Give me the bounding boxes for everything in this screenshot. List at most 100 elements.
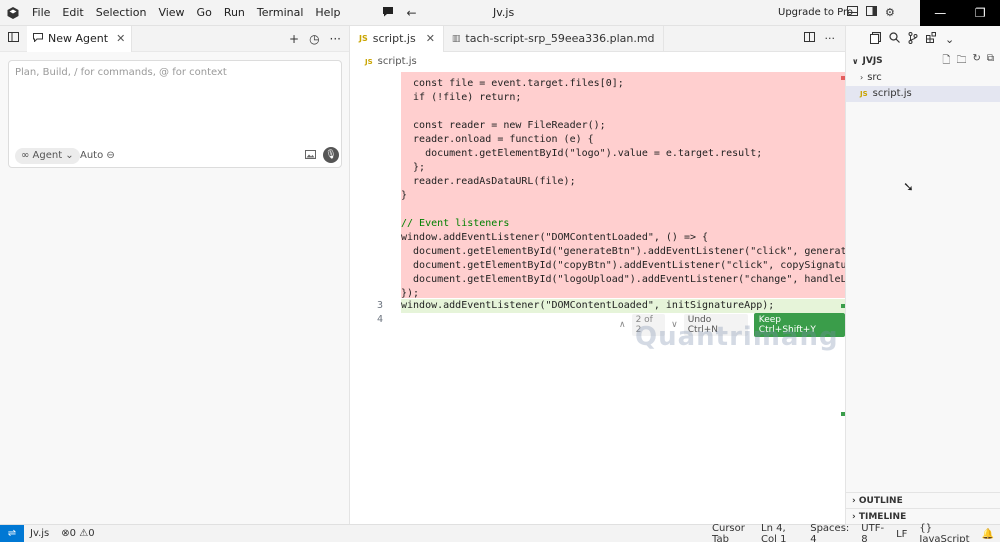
status-cursor-tab[interactable]: Cursor Tab [706,523,755,542]
braces-icon: {} [919,523,933,534]
code-line: } [401,190,408,201]
composer-placeholder: Plan, Build, / for commands, @ for conte… [15,67,227,78]
collapse-all-icon[interactable]: ⧉ [987,53,994,70]
more-options-icon[interactable]: ··· [330,32,341,46]
explorer-files-icon[interactable] [870,31,881,47]
auto-model-label: Auto [80,150,104,161]
new-folder-icon[interactable]: 🗀 [956,53,966,70]
source-control-icon[interactable] [908,31,918,47]
agent-tab-bar: New Agent ✕ + ◷ ··· [0,25,349,52]
tab-plan-md-label: tach-script-srp_59eea336.plan.md [465,32,655,45]
editor-tab-bar: JS script.js ✕ ▥ tach-script-srp_59eea33… [351,25,845,52]
warning-icon: ⚠ [79,528,89,539]
error-icon: ⊗ [61,528,70,539]
code-editor[interactable]: const file = event.target.files[0]; if (… [351,72,845,524]
javascript-file-icon: JS [359,34,368,43]
code-line: document.getElementById("copyBtn").addEv… [401,260,845,271]
remote-connection-icon[interactable]: ⇌ [0,524,24,542]
breadcrumb-file[interactable]: script.js [378,56,417,67]
status-file-name[interactable]: Jv.js [24,528,55,539]
timeline-label: TIMELINE [858,512,907,522]
toggle-panel-icon[interactable] [843,0,862,26]
refresh-icon[interactable]: ↻ [972,53,980,70]
menu-help[interactable]: Help [309,0,346,26]
tree-item-script-js[interactable]: JS script.js [846,86,1000,102]
line-number: 3 [376,300,383,311]
chevron-right-icon: › [852,496,856,506]
code-line: reader.readAsDataURL(file); [401,176,576,187]
code-line: const file = event.target.files[0]; [401,78,624,89]
line-number: 4 [376,314,383,325]
editor-area: JS script.js ✕ ▥ tach-script-srp_59eea33… [351,25,845,524]
breadcrumb: JS script.js [351,52,845,72]
status-problems[interactable]: ⊗0 ⚠0 [55,528,100,539]
explorer-root-header[interactable]: ∨ JVJS 🗋 🗀 ↻ ⧉ [846,52,1000,70]
split-editor-icon[interactable] [803,32,815,45]
watermark: Quantrimang [635,322,839,352]
added-code-line: window.addEventListener("DOMContentLoade… [401,299,845,313]
settings-gear-icon[interactable]: ⚙ [881,0,899,26]
minimize-icon[interactable]: — [934,6,946,20]
tab-script-js[interactable]: JS script.js ✕ [351,25,444,52]
extensions-icon[interactable] [926,32,937,46]
code-line: if (!file) return; [401,92,522,103]
notifications-icon[interactable]: 🔔 [976,529,1000,540]
code-line: }; [401,162,426,173]
menu-edit[interactable]: Edit [56,0,89,26]
title-bar: File Edit Selection View Go Run Terminal… [0,0,1000,26]
code-comment-line: // Event listeners [401,218,510,229]
menu-view[interactable]: View [152,0,190,26]
code-line: reader.onload = function (e) { [401,134,594,145]
auto-model-selector[interactable]: Auto ⊖ [80,148,115,164]
editor-more-icon[interactable]: ··· [825,32,836,45]
agent-panel: New Agent ✕ + ◷ ··· Plan, Build, / for c… [0,25,350,524]
add-agent-icon[interactable]: + [289,32,299,46]
attach-image-icon[interactable] [305,149,316,162]
status-spaces[interactable]: Spaces: 4 [804,523,855,542]
code-line: document.getElementById("generateBtn").a… [401,246,845,257]
tab-plan-md[interactable]: ▥ tach-script-srp_59eea336.plan.md [444,25,664,52]
markdown-file-icon: ▥ [451,33,461,44]
tree-item-src[interactable]: › src [846,70,1000,86]
agent-mode-dropdown[interactable]: ∞ Agent ⌄ [15,148,80,164]
chevron-down-icon: ∨ [852,56,859,66]
menu-file[interactable]: File [26,0,56,26]
window-controls: — ❐ [920,0,1000,26]
chat-bubble-icon [33,32,43,45]
close-tab-icon[interactable]: ✕ [116,32,125,45]
menu-go[interactable]: Go [191,0,218,26]
back-arrow-icon[interactable]: ← [400,0,422,26]
status-encoding[interactable]: UTF-8 [855,523,890,542]
code-line: const reader = new FileReader(); [401,120,606,131]
tree-item-label: script.js [872,88,912,99]
history-icon[interactable]: ◷ [309,32,319,46]
app-logo-icon [0,0,26,26]
search-icon[interactable] [889,32,900,46]
toggle-agent-sidebar-icon[interactable] [0,32,27,45]
new-file-icon[interactable]: 🗋 [942,53,950,70]
restore-icon[interactable]: ❐ [975,6,986,20]
tab-new-agent[interactable]: New Agent ✕ [27,25,133,52]
timeline-section[interactable]: › TIMELINE [846,508,1000,524]
status-eol[interactable]: LF [890,529,913,540]
code-line: document.getElementById("logoUpload").ad… [401,274,845,285]
menu-run[interactable]: Run [218,0,251,26]
outline-section[interactable]: › OUTLINE [846,492,1000,508]
explorer-root-label: JVJS [862,56,883,66]
status-position[interactable]: Ln 4, Col 1 [755,523,804,542]
diff-nav-up-icon[interactable]: ∧ [619,320,626,330]
close-tab-icon[interactable]: ✕ [426,32,435,45]
removed-code-block: const file = event.target.files[0]; if (… [401,72,845,298]
status-language[interactable]: {} JavaScript [913,523,975,542]
tree-item-label: src [867,72,882,83]
code-line: window.addEventListener("DOMContentLoade… [401,232,709,243]
menu-selection[interactable]: Selection [90,0,153,26]
chevron-down-icon[interactable]: ⌄ [945,33,954,46]
chat-icon[interactable] [376,0,400,26]
menu-terminal[interactable]: Terminal [251,0,310,26]
auto-info-icon: ⊖ [106,150,115,161]
upgrade-button[interactable]: Upgrade to Pro [778,0,853,26]
microphone-icon[interactable]: 🎙 [323,147,339,163]
toggle-sidebar-icon[interactable] [862,0,881,26]
agent-composer[interactable]: Plan, Build, / for commands, @ for conte… [8,60,342,168]
